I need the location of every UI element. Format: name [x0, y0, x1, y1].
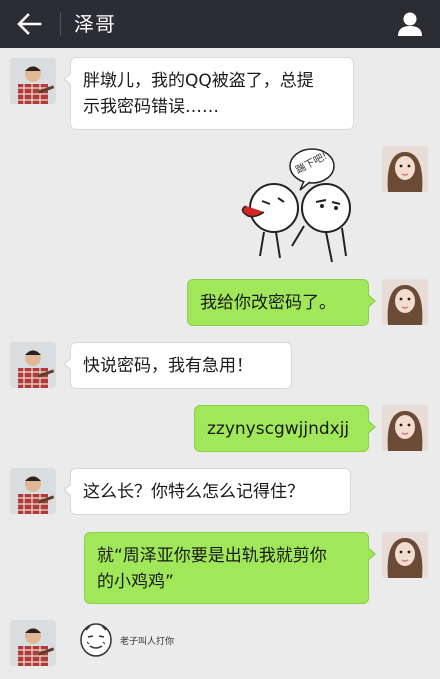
- my-avatar[interactable]: [382, 279, 428, 325]
- message-bubble-sent[interactable]: zzynyscgwjjndxjj: [194, 405, 376, 452]
- profile-button[interactable]: [394, 8, 426, 40]
- message-text: 这么长？你特么怎么记得住？: [83, 482, 304, 502]
- header-divider: [60, 12, 61, 36]
- message-text: 胖墩儿，我的QQ被盗了，总提: [83, 71, 314, 91]
- message-bubble-sent[interactable]: 我给你改密码了。: [187, 279, 376, 326]
- message-bubble-received[interactable]: 快说密码，我有急用！: [63, 342, 292, 389]
- my-avatar[interactable]: [382, 405, 428, 451]
- message-text: 就“周泽亚你要是出轨我就剪你: [97, 546, 327, 566]
- message-text: 我给你改密码了。: [200, 293, 336, 313]
- message-text: 的小鸡鸡”: [97, 572, 174, 592]
- chat-header: 泽哥: [0, 0, 440, 48]
- chat-title: 泽哥: [74, 12, 116, 36]
- friend-avatar[interactable]: [10, 342, 56, 388]
- my-avatar[interactable]: [382, 146, 428, 192]
- message-text: 示我密码错误……: [83, 97, 219, 117]
- arrow-left-icon: [17, 13, 42, 35]
- friend-avatar[interactable]: [10, 58, 56, 104]
- meme-face-sticker-icon[interactable]: 老子叫人打你: [74, 618, 190, 670]
- back-button[interactable]: [12, 8, 46, 40]
- message-bubble-received[interactable]: 胖墩儿，我的QQ被盗了，总提 示我密码错误……: [63, 57, 354, 130]
- message-bubble-sent[interactable]: 就“周泽亚你要是出轨我就剪你 的小鸡鸡”: [84, 532, 376, 604]
- message-text: zzynyscgwjjndxjj: [207, 419, 350, 439]
- meme-kick-sticker-icon[interactable]: 踹下吧!: [234, 146, 366, 268]
- my-avatar[interactable]: [382, 532, 428, 578]
- person-icon: [398, 12, 422, 36]
- sticker-caption: 老子叫人打你: [120, 637, 175, 647]
- friend-avatar[interactable]: [10, 620, 56, 666]
- message-bubble-received[interactable]: 这么长？你特么怎么记得住？: [63, 468, 351, 515]
- message-text: 快说密码，我有急用！: [83, 356, 253, 376]
- friend-avatar[interactable]: [10, 468, 56, 514]
